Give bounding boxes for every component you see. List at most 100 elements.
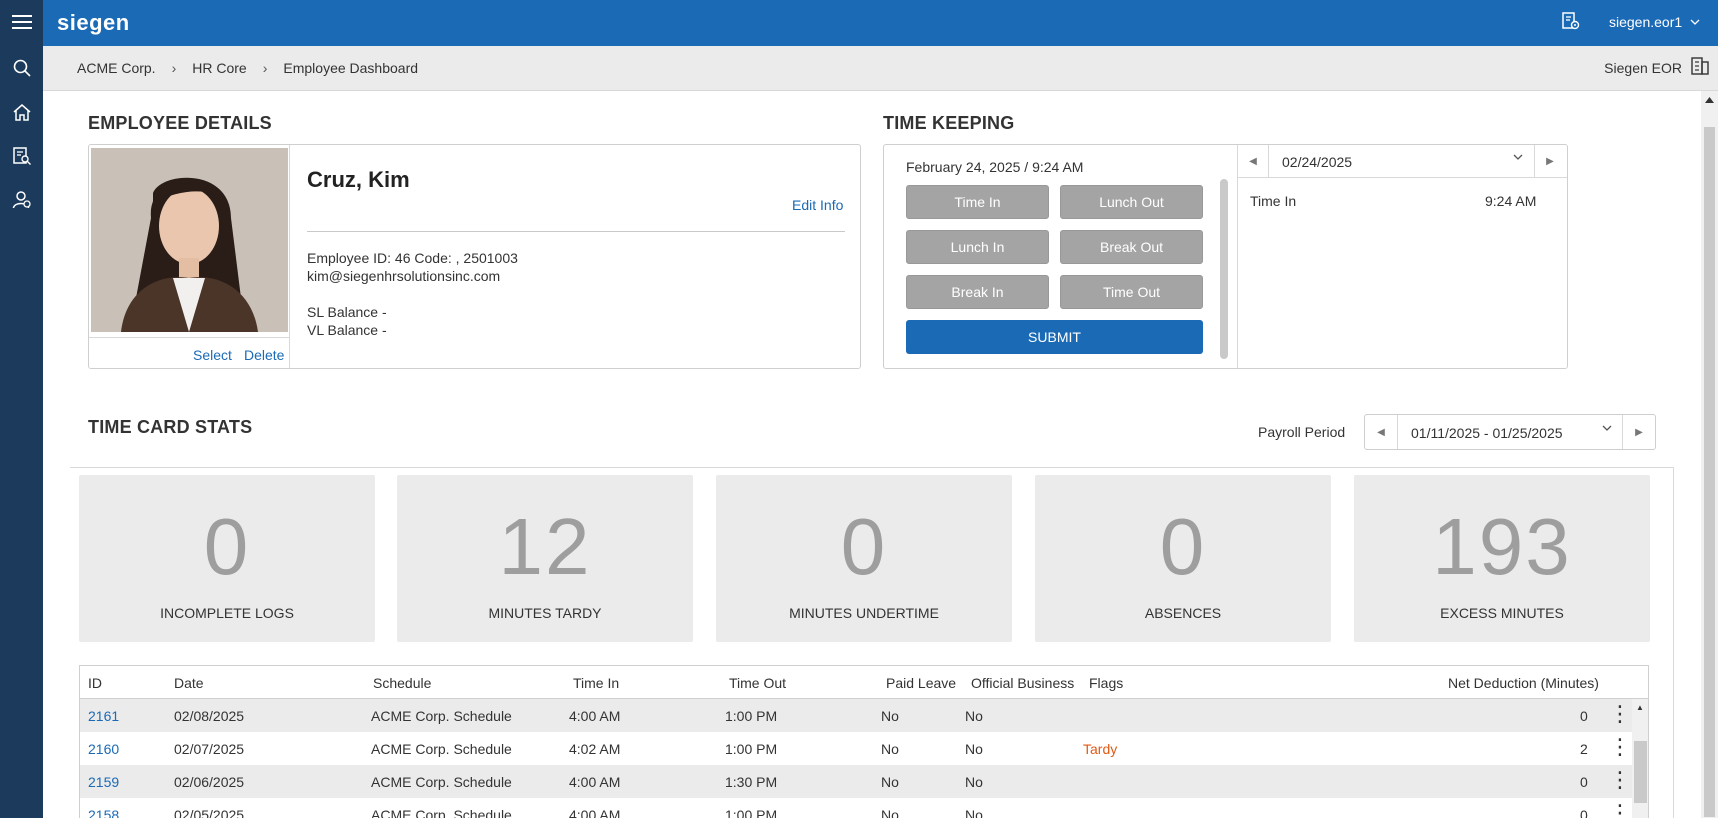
stat-minutes-undertime: 0 MINUTES UNDERTIME [716,475,1012,642]
lunch-in-button[interactable]: Lunch In [906,230,1049,264]
user-menu[interactable]: siegen.eor1 [1609,14,1700,30]
time-out-button[interactable]: Time Out [1060,275,1203,309]
payroll-period-value[interactable]: 01/11/2025 - 01/25/2025 [1411,425,1563,441]
stat-label: ABSENCES [1144,605,1222,621]
row-date: 02/05/2025 [174,807,245,818]
column-header-date[interactable]: Date [174,675,204,691]
row-id-link[interactable]: 2160 [88,741,119,757]
row-menu-icon[interactable]: ⋮ [1609,800,1631,818]
edit-info-link[interactable]: Edit Info [792,197,843,213]
breadcrumb-item-company[interactable]: ACME Corp. [77,60,156,76]
chevron-down-icon[interactable] [1513,154,1523,160]
scroll-up-icon[interactable] [1705,97,1714,103]
table-row[interactable]: 2160 02/07/2025 ACME Corp. Schedule 4:02… [80,732,1632,765]
top-bar: siegen siegen.eor1 [43,0,1718,46]
row-net-deduction: 0 [1580,807,1588,818]
row-menu-icon[interactable]: ⋮ [1609,701,1631,727]
column-header-schedule[interactable]: Schedule [373,675,431,691]
stat-absences: 0 ABSENCES [1035,475,1331,642]
employee-details-title: EMPLOYEE DETAILS [88,113,272,133]
stat-excess-minutes: 193 EXCESS MINUTES [1354,475,1650,642]
actions-scrollbar[interactable] [1220,179,1228,359]
select-photo-link[interactable]: Select [193,347,232,363]
document-search-icon[interactable] [0,134,43,178]
search-icon[interactable] [0,46,43,90]
stat-value: 0 [840,502,888,591]
column-header-time-in[interactable]: Time In [573,675,619,691]
home-icon[interactable] [0,90,43,134]
stat-value: 0 [1159,502,1207,591]
table-row[interactable]: 2161 02/08/2025 ACME Corp. Schedule 4:00… [80,699,1632,732]
log-entry-label: Time In [1250,193,1297,209]
row-id-link[interactable]: 2159 [88,774,119,790]
stat-minutes-tardy: 12 MINUTES TARDY [397,475,693,642]
row-net-deduction: 2 [1580,741,1588,757]
time-in-button[interactable]: Time In [906,185,1049,219]
break-out-button[interactable]: Break Out [1060,230,1203,264]
row-time-out: 1:00 PM [725,807,778,818]
break-in-button[interactable]: Break In [906,275,1049,309]
row-paid-leave: No [881,741,899,757]
date-value[interactable]: 02/24/2025 [1282,154,1352,170]
row-id-link[interactable]: 2158 [88,807,119,818]
date-picker: ◀ 02/24/2025 ▶ [1238,145,1567,178]
settings-document-icon[interactable] [1561,11,1581,34]
row-time-in: 4:00 AM [569,807,621,818]
page-scrollbar[interactable] [1701,91,1718,818]
page-scrollbar-thumb[interactable] [1704,127,1715,817]
divider [307,231,845,232]
column-header-net-deduction[interactable]: Net Deduction (Minutes) [1448,675,1599,691]
table-scrollbar-thumb[interactable] [1634,741,1647,803]
employee-card: Select Delete Cruz, Kim Edit Info Employ… [88,144,861,369]
siegen-logo: siegen [57,10,130,35]
row-time-out: 1:30 PM [725,774,778,790]
stat-label: EXCESS MINUTES [1440,605,1564,621]
row-paid-leave: No [881,774,899,790]
left-sidebar [0,0,43,818]
column-header-time-out[interactable]: Time Out [729,675,786,691]
row-menu-icon[interactable]: ⋮ [1609,734,1631,760]
submit-button[interactable]: SUBMIT [906,320,1203,354]
chevron-right-icon: › [262,60,268,76]
column-header-paid-leave[interactable]: Paid Leave [886,675,956,691]
row-time-in: 4:02 AM [569,741,621,757]
table-row[interactable]: 2159 02/06/2025 ACME Corp. Schedule 4:00… [80,765,1632,798]
user-group-icon[interactable] [0,178,43,222]
breadcrumb-bar: ACME Corp. › HR Core › Employee Dashboar… [43,46,1718,91]
stat-value: 12 [498,502,592,591]
chevron-right-icon: › [171,60,177,76]
row-schedule: ACME Corp. Schedule [371,741,512,757]
next-date-icon[interactable]: ▶ [1534,145,1565,177]
lunch-out-button[interactable]: Lunch Out [1060,185,1203,219]
photo-actions: Select Delete [89,337,289,368]
chevron-down-icon[interactable] [1602,425,1612,431]
row-schedule: ACME Corp. Schedule [371,807,512,818]
prev-date-icon[interactable]: ◀ [1238,145,1269,177]
table-row[interactable]: 2158 02/05/2025 ACME Corp. Schedule 4:00… [80,798,1632,818]
time-keeping-title: TIME KEEPING [883,113,1015,133]
breadcrumb-item-page: Employee Dashboard [283,60,419,76]
stat-label: MINUTES TARDY [488,605,602,621]
next-period-icon[interactable]: ▶ [1622,415,1655,449]
hamburger-menu-icon[interactable] [0,0,43,44]
breadcrumb-item-module[interactable]: HR Core [192,60,246,76]
row-menu-icon[interactable]: ⋮ [1609,767,1631,793]
payroll-period-picker: ◀ 01/11/2025 - 01/25/2025 ▶ [1364,414,1656,450]
row-id-link[interactable]: 2161 [88,708,119,724]
row-time-out: 1:00 PM [725,741,778,757]
delete-photo-link[interactable]: Delete [244,347,284,363]
column-header-id[interactable]: ID [88,675,102,691]
column-header-official-business[interactable]: Official Business [971,675,1074,691]
table-scrollbar[interactable]: ▲ [1632,699,1648,818]
log-entry-time: 9:24 AM [1485,193,1537,209]
prev-period-icon[interactable]: ◀ [1365,415,1398,449]
tenant-switch-icon[interactable] [1690,56,1710,79]
row-date: 02/08/2025 [174,708,245,724]
sl-balance: SL Balance - [307,304,387,320]
row-flags: Tardy [1083,741,1118,757]
column-header-flags[interactable]: Flags [1089,675,1123,691]
scroll-up-icon[interactable]: ▲ [1636,703,1644,712]
row-net-deduction: 0 [1580,708,1588,724]
row-paid-leave: No [881,807,899,818]
stat-label: MINUTES UNDERTIME [789,605,939,621]
